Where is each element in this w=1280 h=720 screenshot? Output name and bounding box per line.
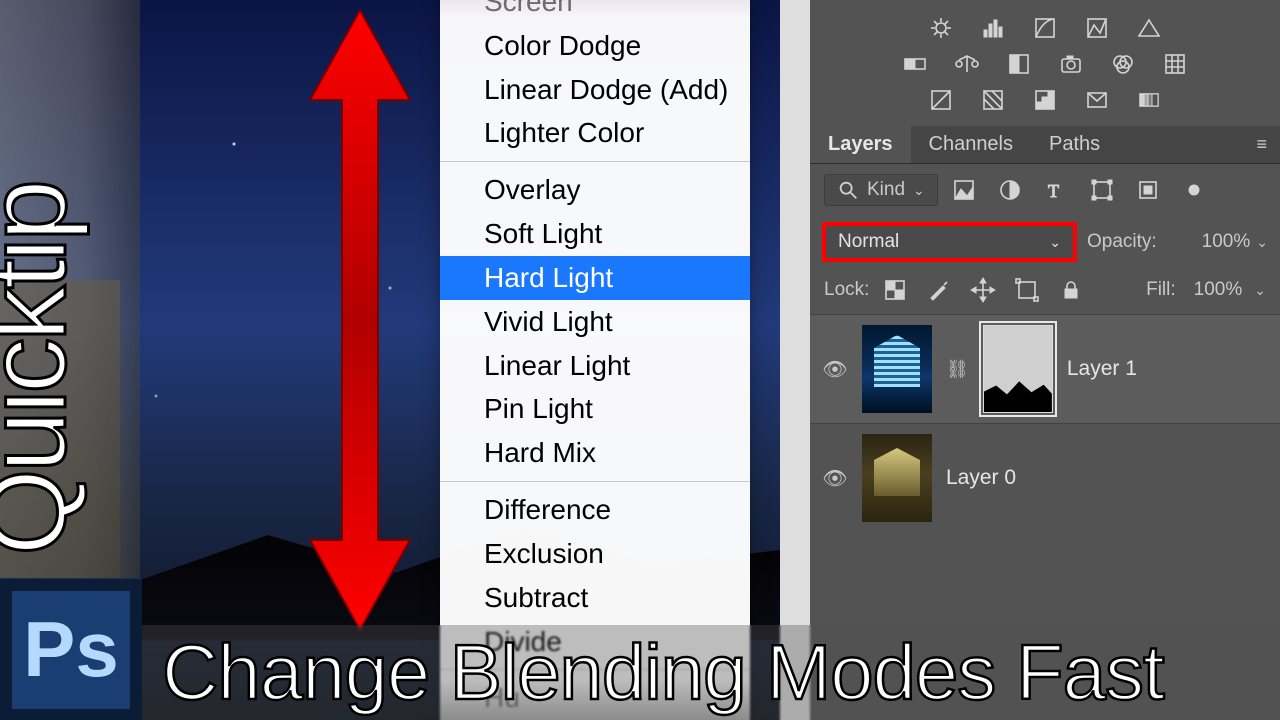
dot-icon[interactable] <box>1180 178 1208 202</box>
levels-icon[interactable] <box>1083 16 1111 40</box>
blend-mode-option[interactable]: Color Dodge <box>440 24 750 68</box>
tab-layers[interactable]: Layers <box>810 126 911 163</box>
camera-icon[interactable] <box>1057 52 1085 76</box>
blend-mode-option[interactable]: Vivid Light <box>440 300 750 344</box>
opacity-label: Opacity: <box>1087 231 1157 253</box>
panel-menu-icon[interactable]: ≡ <box>1256 134 1280 155</box>
blend-mode-option[interactable]: Lighter Color <box>440 111 750 155</box>
layers-list: 👁 ⛓ Layer 1 👁 Layer 0 <box>810 312 1280 534</box>
lock-brush-icon[interactable] <box>925 278 953 302</box>
image-filter-icon[interactable] <box>950 178 978 202</box>
invert-icon[interactable] <box>927 88 955 112</box>
layer-thumbnail[interactable] <box>862 325 932 413</box>
caption-text: Change Blending Modes Fast <box>162 627 1164 718</box>
blend-mode-option[interactable]: Exclusion <box>440 532 750 576</box>
layer-thumbnail[interactable] <box>862 434 932 522</box>
svg-text:T: T <box>1048 181 1059 201</box>
panel-gutter <box>780 0 810 720</box>
blend-mode-select[interactable]: Normal ⌄ <box>822 222 1077 262</box>
blend-mode-option[interactable]: Pin Light <box>440 387 750 431</box>
lock-artboard-icon[interactable] <box>1013 278 1041 302</box>
blend-mode-dropdown-menu[interactable]: ScreenColor DodgeLinear Dodge (Add)Light… <box>440 0 750 720</box>
grid-icon[interactable] <box>1161 52 1189 76</box>
blend-mode-option[interactable]: Subtract <box>440 576 750 620</box>
visibility-toggle-icon[interactable]: 👁 <box>822 357 848 382</box>
shape-filter-icon[interactable] <box>1088 178 1116 202</box>
lock-all-icon[interactable] <box>1057 278 1085 302</box>
blend-mode-option[interactable]: Hard Light <box>440 256 750 300</box>
lock-row: Lock: Fill: 100% ⌄ <box>810 268 1280 312</box>
blend-mode-option[interactable]: Overlay <box>440 168 750 212</box>
smartobj-filter-icon[interactable] <box>1134 178 1162 202</box>
histogram-icon[interactable] <box>979 16 1007 40</box>
chevron-down-icon[interactable]: ⌄ <box>1254 282 1266 299</box>
photoshop-logo-text: Ps <box>12 591 130 709</box>
chevron-down-icon: ⌄ <box>913 182 925 199</box>
channel-mixer-icon[interactable] <box>1109 52 1137 76</box>
blend-mode-option[interactable]: Linear Light <box>440 344 750 388</box>
fill-value[interactable]: 100% <box>1194 279 1243 301</box>
layer-row[interactable]: 👁 Layer 0 <box>810 423 1280 532</box>
opacity-value[interactable]: 100% <box>1202 231 1251 253</box>
triangle-icon[interactable] <box>1135 16 1163 40</box>
tab-channels[interactable]: Channels <box>911 126 1032 163</box>
lock-move-icon[interactable] <box>969 278 997 302</box>
chevron-down-icon: ⌄ <box>1049 234 1061 251</box>
text-filter-icon[interactable]: T <box>1042 178 1070 202</box>
posterize-icon[interactable] <box>1031 88 1059 112</box>
blend-mode-option[interactable]: Difference <box>440 488 750 532</box>
blend-mode-option[interactable]: Linear Dodge (Add) <box>440 68 750 112</box>
threshold-icon[interactable] <box>1005 52 1033 76</box>
fill-label: Fill: <box>1146 279 1176 301</box>
gradient-map-icon[interactable] <box>901 52 929 76</box>
adjustments-icon-grid <box>810 0 1280 126</box>
photoshop-logo: Ps <box>0 578 142 720</box>
layer-kind-label: Kind <box>867 179 905 201</box>
caption-bar: Change Blending Modes Fast <box>142 625 1280 720</box>
blend-opacity-row: Normal ⌄ Opacity: 100% ⌄ <box>810 216 1280 268</box>
link-icon[interactable]: ⛓ <box>946 359 969 380</box>
balance-icon[interactable] <box>953 52 981 76</box>
layer-row[interactable]: 👁 ⛓ Layer 1 <box>810 314 1280 423</box>
search-icon <box>837 179 859 201</box>
layer-mask-thumbnail[interactable] <box>983 325 1053 413</box>
lock-transparent-icon[interactable] <box>881 278 909 302</box>
blend-mode-option[interactable]: Hard Mix <box>440 431 750 475</box>
right-panel-area: LayersChannelsPaths ≡ Kind ⌄ T Normal ⌄ O… <box>810 0 1280 720</box>
visibility-toggle-icon[interactable]: 👁 <box>822 466 848 491</box>
layer-name-label[interactable]: Layer 0 <box>946 466 1016 490</box>
lock-label: Lock: <box>824 279 869 301</box>
blend-mode-option[interactable]: Screen <box>440 0 750 24</box>
envelope-icon[interactable] <box>1083 88 1111 112</box>
tab-paths[interactable]: Paths <box>1031 126 1118 163</box>
layer-filter-row: Kind ⌄ T <box>810 164 1280 216</box>
curves-icon[interactable] <box>1031 16 1059 40</box>
quicktip-vertical-label: Quicktip <box>0 183 91 556</box>
layer-kind-select[interactable]: Kind ⌄ <box>824 174 938 206</box>
panel-tabs: LayersChannelsPaths ≡ <box>810 126 1280 164</box>
exposure-icon[interactable] <box>927 16 955 40</box>
adjustment-filter-icon[interactable] <box>996 178 1024 202</box>
pattern-icon[interactable] <box>979 88 1007 112</box>
layer-name-label[interactable]: Layer 1 <box>1067 357 1137 381</box>
chevron-down-icon[interactable]: ⌄ <box>1256 234 1268 251</box>
blend-mode-value: Normal <box>838 231 899 253</box>
blend-mode-option[interactable]: Soft Light <box>440 212 750 256</box>
gradient-icon[interactable] <box>1135 88 1163 112</box>
